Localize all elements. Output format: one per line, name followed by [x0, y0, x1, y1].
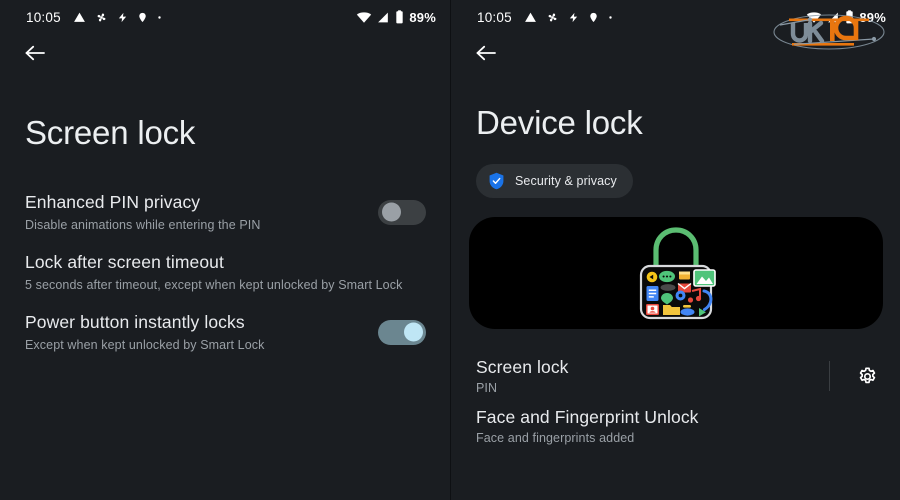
settings-list-left: Enhanced PIN privacy Disable animations … — [0, 182, 450, 362]
row-subtitle: Except when kept unlocked by Smart Lock — [25, 337, 265, 352]
row-title: Face and Fingerprint Unlock — [476, 407, 699, 427]
settings-list-right: Screen lock PIN Face and Fingerprint Unl… — [451, 351, 900, 451]
row-title: Lock after screen timeout — [25, 252, 224, 272]
battery-icon — [396, 10, 404, 24]
row-subtitle: 5 seconds after timeout, except when kep… — [25, 277, 403, 292]
toggle-knob — [382, 202, 401, 222]
toggle-enhanced-pin-privacy[interactable] — [378, 199, 426, 225]
toggle-power-button-instantly-locks[interactable] — [378, 319, 426, 345]
row-title: Power button instantly locks — [25, 312, 245, 332]
setting-row-screen-lock[interactable]: Screen lock PIN — [451, 351, 900, 401]
dot-icon — [609, 15, 612, 19]
left-phone-screen: 10:05 89% Screen lock Enhanced PIN priva… — [0, 0, 450, 500]
cell-signal-icon — [378, 12, 389, 22]
status-left-icons — [73, 11, 162, 24]
status-left-icons — [524, 11, 613, 24]
chip-label: Security & privacy — [515, 174, 617, 188]
setting-row-enhanced-pin-privacy[interactable]: Enhanced PIN privacy Disable animations … — [0, 182, 450, 242]
status-bar-right: 10:05 89% — [451, 0, 900, 34]
nav-row-right — [451, 34, 900, 72]
warning-triangle-icon — [524, 12, 536, 22]
row-subtitle: Face and fingerprints added — [476, 431, 635, 445]
row-text: Enhanced PIN privacy Disable animations … — [25, 191, 378, 233]
row-text: Lock after screen timeout 5 seconds afte… — [25, 251, 426, 293]
setting-row-lock-after-screen-timeout[interactable]: Lock after screen timeout 5 seconds afte… — [0, 242, 450, 302]
row-text: Face and Fingerprint Unlock Face and fin… — [476, 407, 882, 445]
page-title: Device lock — [476, 104, 643, 141]
battery-percent: 89% — [409, 9, 436, 25]
dot-icon — [158, 15, 161, 19]
fan-icon — [97, 13, 106, 21]
back-arrow-icon — [476, 45, 496, 61]
status-right-icons: 89% — [806, 10, 886, 25]
screen-lock-settings-button[interactable] — [852, 361, 882, 391]
bolt-icon — [569, 12, 577, 22]
battery-icon — [846, 10, 854, 24]
status-time: 10:05 — [477, 9, 512, 25]
row-subtitle: PIN — [476, 381, 498, 395]
status-bar-left: 10:05 89% — [0, 0, 450, 34]
bolt-icon — [118, 12, 126, 22]
row-text: Screen lock PIN — [476, 357, 829, 395]
chip-security-and-privacy[interactable]: Security & privacy — [476, 164, 633, 198]
shield-check-icon — [489, 172, 504, 190]
fan-icon — [548, 13, 557, 21]
back-button[interactable] — [20, 38, 50, 68]
setting-row-face-and-fingerprint-unlock[interactable]: Face and Fingerprint Unlock Face and fin… — [451, 401, 900, 451]
row-divider — [829, 361, 830, 391]
warning-triangle-icon — [73, 12, 85, 22]
nav-row-left — [0, 34, 450, 72]
location-pin-icon — [590, 12, 597, 22]
cell-signal-icon — [828, 12, 839, 22]
back-button[interactable] — [471, 38, 501, 68]
status-time: 10:05 — [26, 9, 61, 25]
row-text: Power button instantly locks Except when… — [25, 311, 378, 353]
setting-row-power-button-instantly-locks[interactable]: Power button instantly locks Except when… — [0, 302, 450, 362]
page-title: Screen lock — [25, 114, 196, 151]
device-lock-hero-card — [469, 217, 883, 329]
back-arrow-icon — [25, 45, 45, 61]
toggle-knob — [404, 322, 423, 342]
row-subtitle: Disable animations while entering the PI… — [25, 217, 261, 232]
battery-percent: 89% — [859, 9, 886, 25]
row-title: Screen lock — [476, 357, 569, 377]
status-right-icons: 89% — [356, 10, 436, 25]
gear-icon — [859, 366, 875, 383]
row-title: Enhanced PIN privacy — [25, 192, 201, 212]
right-phone-screen: 10:05 89% Device lock Security & privacy… — [450, 0, 900, 500]
dual-screenshot-comparison: 10:05 89% Screen lock Enhanced PIN priva… — [0, 0, 900, 500]
wifi-icon — [357, 11, 372, 23]
padlock-with-app-icons-illustration — [639, 227, 716, 320]
wifi-icon — [807, 11, 822, 23]
location-pin-icon — [139, 12, 146, 22]
